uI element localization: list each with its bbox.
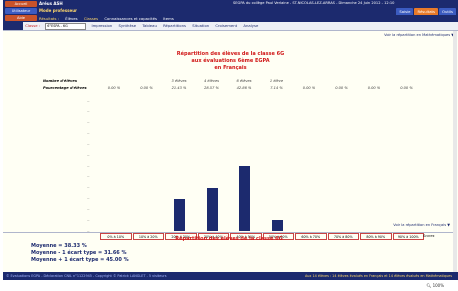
percent-value: 28.57 % xyxy=(204,86,219,90)
aide-button[interactable]: Aide xyxy=(5,15,37,21)
tab-resultats[interactable]: Résultats xyxy=(414,8,439,15)
count-value: 6 élèves xyxy=(236,79,252,83)
y-tick: — xyxy=(87,164,90,168)
percent-value: 21.43 % xyxy=(171,86,187,90)
moyenne-plus: Moyenne + 1 écart type = 45.00 % xyxy=(31,257,129,263)
link-francais[interactable]: Voir la répartition en Français ▼ xyxy=(393,223,450,227)
pourcentage-label: Pourcentage d'élèves xyxy=(43,86,87,90)
tab-outils[interactable]: Outils xyxy=(439,8,456,15)
menu-classes[interactable]: Classes xyxy=(84,16,98,21)
count-value: 3 élèves xyxy=(171,79,187,83)
count-value: 4 élèves xyxy=(203,79,220,83)
impression-button[interactable]: Impression xyxy=(91,23,112,28)
y-tick: — xyxy=(87,153,90,157)
app-title: Aréus ASH xyxy=(39,1,63,6)
school-header: SEGPA du collège Paul Verlaine - ST-NICO… xyxy=(233,1,395,5)
percent-value: 0.00 % xyxy=(367,86,381,90)
nav-arrows[interactable] xyxy=(3,22,23,30)
tab-saisie[interactable]: Saisie xyxy=(396,8,414,15)
report-content: Voir la répartition en Mathématiques ▼ R… xyxy=(3,31,458,280)
percent-value: 0.00 % xyxy=(302,86,316,90)
y-tick: — xyxy=(87,132,90,135)
repartitions-button[interactable]: Répartitions xyxy=(163,23,186,28)
zoom-level[interactable]: 🔍︎ 100% xyxy=(426,283,444,288)
status-bar: © Evaluations EGPA - Déclaration CNIL n°… xyxy=(3,272,458,280)
situation-button[interactable]: Situation xyxy=(192,23,209,28)
y-tick: — xyxy=(87,218,90,222)
y-tick: — xyxy=(87,207,90,211)
y-tick: — xyxy=(87,99,90,103)
accueil-button[interactable]: Accueil xyxy=(5,1,37,7)
analyse-button[interactable]: Analyse xyxy=(243,23,258,28)
chart-bar xyxy=(271,220,283,231)
tableau-button[interactable]: Tableau xyxy=(142,23,157,28)
percent-value: 7.14 % xyxy=(270,86,283,90)
synthese-button[interactable]: Synthèse xyxy=(118,23,136,28)
toolbar: Classe : 6°ESPA - 6G Impression Synthèse… xyxy=(3,22,458,31)
count-value: 1 élève xyxy=(269,79,284,83)
top-bar: Accueil Utilisateur Aide Aréus ASH Mode … xyxy=(3,0,458,22)
report-title-line3: en Français xyxy=(214,65,247,71)
main-tabs: Saisie Résultats Outils xyxy=(395,8,456,15)
results-menu-label: Résultats : xyxy=(39,16,60,21)
y-tick: — xyxy=(87,186,90,190)
status-left: © Evaluations EGPA - Déclaration CNIL n°… xyxy=(6,274,167,278)
classe-label: Classe : xyxy=(25,23,41,28)
report-title-line2: aux évaluations 6ème EGPA xyxy=(191,58,270,64)
utilisateur-button[interactable]: Utilisateur xyxy=(5,8,37,14)
moyenne-moins: Moyenne - 1 écart type = 31.66 % xyxy=(31,250,127,256)
y-tick: — xyxy=(87,121,90,125)
percent-value: 42.86 % xyxy=(236,86,252,90)
chart-bar xyxy=(239,166,250,231)
app-window: Accueil Utilisateur Aide Aréus ASH Mode … xyxy=(3,0,458,291)
link-maths[interactable]: Voir la répartition en Mathématiques ▼ xyxy=(384,33,454,37)
results-menu: Résultats : Élèves Classes Connaissances… xyxy=(39,15,179,22)
bar-chart: — — — — — — — — — — — — — xyxy=(87,100,423,233)
scrollbar[interactable] xyxy=(453,31,457,280)
zoom-value: 100% xyxy=(432,283,444,288)
menu-eleves[interactable]: Élèves xyxy=(65,16,77,21)
divider xyxy=(3,232,455,233)
y-tick: — xyxy=(87,197,90,200)
percent-value: 0.00 % xyxy=(400,86,413,90)
menu-items[interactable]: Items xyxy=(163,16,174,21)
section2-title: Répartition des élèves de la classe 6G xyxy=(175,236,283,242)
moyenne: Moyenne = 38.33 % xyxy=(31,243,87,249)
menu-connaissances[interactable]: Connaissances et capacités xyxy=(104,16,157,21)
percent-value: 0.00 % xyxy=(107,86,121,90)
report-title-line1: Répartition des élèves de la classe 6G xyxy=(176,51,285,57)
y-tick: — xyxy=(87,175,90,179)
percent-value: 0.00 % xyxy=(335,86,348,90)
y-tick: — xyxy=(87,110,90,114)
nombre-label: Nombre d'élèves xyxy=(43,79,77,83)
croisement-button[interactable]: Croisement xyxy=(215,23,237,28)
y-tick: — xyxy=(87,142,90,146)
chart-bar xyxy=(206,187,218,231)
status-right: Aux 14 élèves : 14 élèves évalués en Fra… xyxy=(304,274,452,278)
mode-label: Mode professeur xyxy=(39,8,78,13)
chart-bar xyxy=(174,198,185,231)
percent-value: 0.00 % xyxy=(140,86,153,90)
classe-select[interactable]: 6°ESPA - 6G xyxy=(45,22,87,30)
